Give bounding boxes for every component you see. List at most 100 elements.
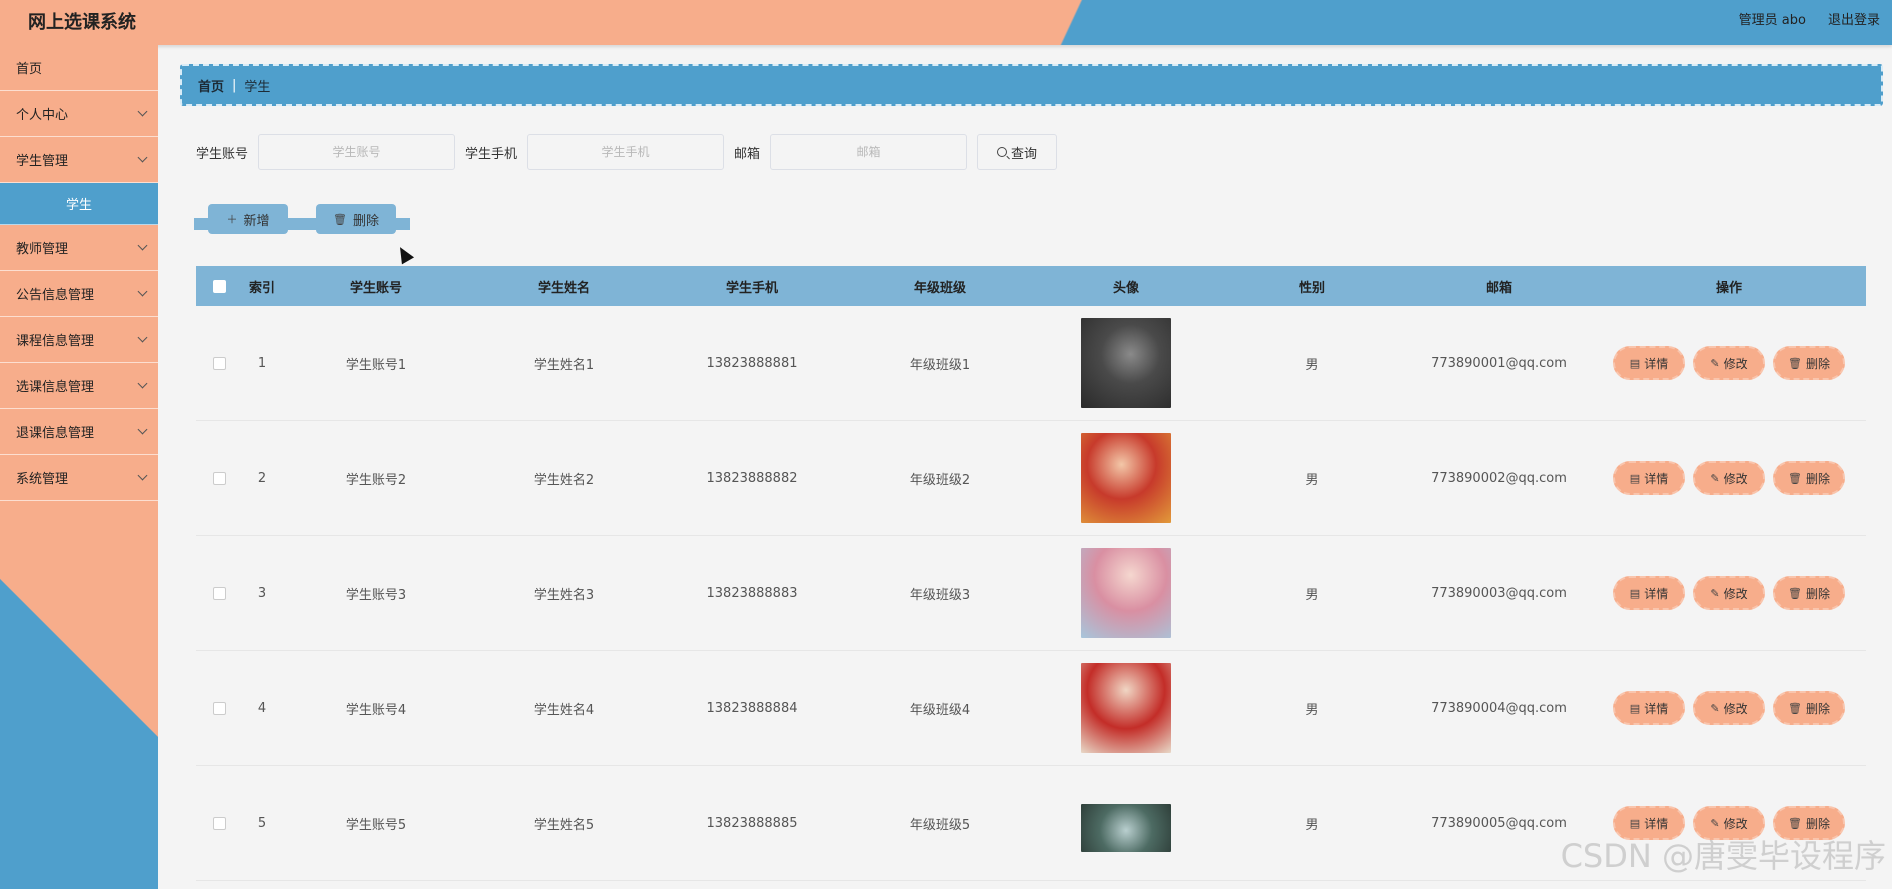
cell-name: 学生姓名2 bbox=[533, 472, 595, 488]
ribbon-decoration bbox=[396, 218, 410, 230]
cell-phone: 13823888881 bbox=[706, 355, 798, 371]
header-operations: 操作 bbox=[1715, 280, 1742, 296]
edit-button[interactable]: ✎ 修改 bbox=[1693, 691, 1765, 725]
detail-button[interactable]: ▤ 详情 bbox=[1613, 346, 1685, 380]
edit-button-label: 修改 bbox=[1723, 816, 1748, 831]
sidebar-subitem-student[interactable]: 学生 bbox=[0, 183, 158, 225]
sidebar-item-label: 选课信息管理 bbox=[16, 380, 95, 395]
avatar-image bbox=[1081, 433, 1171, 523]
sidebar-item-teacher-management[interactable]: 教师管理 bbox=[0, 225, 158, 271]
sidebar-item-label: 学生管理 bbox=[16, 154, 69, 169]
delete-button[interactable]: 🗑 删除 bbox=[1773, 691, 1845, 725]
bulk-delete-button[interactable]: 🗑 删除 bbox=[316, 204, 396, 234]
table-row: 2 学生账号2 学生姓名2 13823888882 年级班级2 男 773890… bbox=[196, 421, 1866, 536]
bulk-delete-button-label: 删除 bbox=[352, 213, 379, 229]
delete-button-label: 删除 bbox=[1805, 701, 1830, 716]
table-row: 3 学生账号3 学生姓名3 13823888883 年级班级3 男 773890… bbox=[196, 536, 1866, 651]
select-all-checkbox[interactable] bbox=[212, 279, 226, 293]
app-title: 网上选课系统 bbox=[28, 12, 136, 33]
delete-button-label: 删除 bbox=[1805, 816, 1830, 831]
row-checkbox[interactable] bbox=[212, 356, 226, 370]
edit-button[interactable]: ✎ 修改 bbox=[1693, 461, 1765, 495]
delete-button[interactable]: 🗑 删除 bbox=[1773, 346, 1845, 380]
delete-button[interactable]: 🗑 删除 bbox=[1773, 461, 1845, 495]
cell-index: 2 bbox=[257, 470, 267, 486]
email-label: 邮箱 bbox=[734, 146, 761, 162]
edit-button[interactable]: ✎ 修改 bbox=[1693, 576, 1765, 610]
cell-index: 4 bbox=[257, 700, 267, 716]
phone-search-input[interactable] bbox=[527, 134, 725, 170]
cell-grade: 年级班级2 bbox=[909, 472, 971, 488]
row-select-cell bbox=[196, 701, 242, 715]
sidebar-item-label: 学生 bbox=[65, 198, 92, 213]
cell-grade: 年级班级4 bbox=[909, 702, 971, 718]
query-button[interactable]: 查询 bbox=[977, 134, 1058, 170]
row-checkbox[interactable] bbox=[212, 816, 226, 830]
trash-icon: 🗑 bbox=[1788, 586, 1802, 600]
trash-icon: 🗑 bbox=[333, 212, 347, 226]
top-right-area: 管理员 abo 退出登录 bbox=[1739, 9, 1880, 28]
sidebar-item-drop-management[interactable]: 退课信息管理 bbox=[0, 409, 158, 455]
add-button[interactable]: ＋ 新增 bbox=[208, 204, 288, 234]
trash-icon: 🗑 bbox=[1788, 816, 1802, 830]
watermark: CSDN @唐雯毕设程序 bbox=[1560, 837, 1886, 875]
cell-account: 学生账号3 bbox=[345, 587, 407, 603]
row-checkbox[interactable] bbox=[212, 586, 226, 600]
cell-account: 学生账号4 bbox=[345, 702, 407, 718]
pencil-icon: ✎ bbox=[1710, 471, 1720, 485]
ribbon-decoration bbox=[288, 218, 302, 230]
cell-operations: ▤ 详情 ✎ 修改 🗑 删除 bbox=[1592, 346, 1866, 380]
delete-button[interactable]: 🗑 删除 bbox=[1773, 576, 1845, 610]
sidebar: 首页 个人中心 学生管理 学生 教师管理 公告信息管理 课程信息管理 选课信息管… bbox=[0, 45, 158, 889]
sidebar-item-student-management[interactable]: 学生管理 bbox=[0, 137, 158, 183]
detail-button-label: 详情 bbox=[1644, 471, 1669, 486]
cell-operations: ▤ 详情 ✎ 修改 🗑 删除 bbox=[1592, 461, 1866, 495]
sidebar-item-announcement-management[interactable]: 公告信息管理 bbox=[0, 271, 158, 317]
sidebar-item-personal-center[interactable]: 个人中心 bbox=[0, 91, 158, 137]
cell-operations: ▤ 详情 ✎ 修改 🗑 删除 bbox=[1592, 576, 1866, 610]
sidebar-item-label: 公告信息管理 bbox=[16, 288, 95, 303]
top-bar: 网上选课系统 管理员 abo 退出登录 bbox=[0, 0, 1892, 45]
plus-icon: ＋ bbox=[226, 213, 238, 226]
avatar-image bbox=[1081, 318, 1171, 408]
add-button-label: 新增 bbox=[243, 213, 270, 229]
cell-email: 773890003@qq.com bbox=[1431, 585, 1567, 601]
sidebar-item-home[interactable]: 首页 bbox=[0, 45, 158, 91]
detail-button[interactable]: ▤ 详情 bbox=[1613, 691, 1685, 725]
header-index: 索引 bbox=[248, 280, 275, 296]
cell-avatar bbox=[1034, 548, 1218, 638]
cell-gender: 男 bbox=[1305, 702, 1319, 718]
account-search-input[interactable] bbox=[258, 134, 456, 170]
sidebar-item-selection-management[interactable]: 选课信息管理 bbox=[0, 363, 158, 409]
logout-link[interactable]: 退出登录 bbox=[1828, 9, 1880, 28]
cell-email: 773890002@qq.com bbox=[1431, 470, 1567, 486]
cell-gender: 男 bbox=[1305, 817, 1319, 833]
detail-button-label: 详情 bbox=[1644, 701, 1669, 716]
edit-button[interactable]: ✎ 修改 bbox=[1693, 346, 1765, 380]
email-search-input[interactable] bbox=[770, 134, 968, 170]
chevron-down-icon bbox=[137, 470, 148, 481]
trash-icon: 🗑 bbox=[1788, 701, 1802, 715]
chevron-down-icon bbox=[137, 424, 148, 435]
action-bar: ＋ 新增 🗑 删除 bbox=[194, 203, 410, 235]
detail-button[interactable]: ▤ 详情 bbox=[1613, 461, 1685, 495]
cell-index: 3 bbox=[257, 585, 267, 601]
header-phone: 学生手机 bbox=[725, 280, 778, 296]
cell-name: 学生姓名1 bbox=[533, 357, 595, 373]
header-avatar: 头像 bbox=[1112, 280, 1139, 296]
sidebar-item-course-management[interactable]: 课程信息管理 bbox=[0, 317, 158, 363]
detail-button[interactable]: ▤ 详情 bbox=[1613, 576, 1685, 610]
select-all-cell bbox=[196, 279, 242, 293]
sidebar-item-system-management[interactable]: 系统管理 bbox=[0, 455, 158, 501]
document-icon: ▤ bbox=[1629, 816, 1641, 830]
account-label: 学生账号 bbox=[196, 146, 249, 162]
breadcrumb-home[interactable]: 首页 bbox=[198, 76, 224, 95]
cell-phone: 13823888882 bbox=[706, 470, 798, 486]
chevron-down-icon bbox=[137, 332, 148, 343]
cell-avatar bbox=[1034, 318, 1218, 408]
row-checkbox[interactable] bbox=[212, 471, 226, 485]
sidebar-item-label: 系统管理 bbox=[16, 472, 69, 487]
sidebar-item-label: 个人中心 bbox=[16, 108, 69, 123]
row-checkbox[interactable] bbox=[212, 701, 226, 715]
table-header: 索引 学生账号 学生姓名 学生手机 年级班级 头像 性别 邮箱 操作 bbox=[196, 266, 1866, 306]
